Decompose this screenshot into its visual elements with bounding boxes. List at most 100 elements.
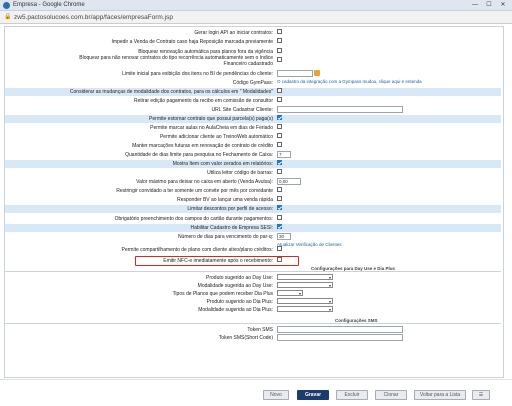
dayuse-select[interactable]: [277, 290, 303, 296]
field-control: [277, 160, 282, 166]
field-control: O cadastro da integração com a Gympass m…: [274, 79, 422, 85]
field-checkbox[interactable]: [277, 115, 282, 121]
field-label-text-2: Financeiro cadastrado: [223, 60, 273, 67]
dayuse-select[interactable]: [277, 306, 333, 312]
field-label-text: Mostra Item com valor zerados em relatór…: [172, 160, 273, 167]
sms-row: Token SMS(Short Code): [5, 334, 501, 342]
field-label: Limitar descontos por perfil de acesso:: [187, 206, 273, 213]
field-checkbox[interactable]: [277, 88, 282, 94]
field-control: [277, 196, 282, 202]
field-label: Restringir convidado a ter somente um co…: [116, 188, 273, 195]
voltar-lista-button[interactable]: Voltar para a Lista: [414, 390, 466, 400]
field-label: Impedir a Venda de Contrato caso haja Re…: [112, 39, 273, 46]
field-control: [277, 274, 333, 280]
field-checkbox[interactable]: [277, 224, 282, 230]
form-row: Bloquear para não renovar contratos do t…: [5, 55, 501, 67]
dayuse-select[interactable]: [277, 298, 333, 304]
form-row: Retirar edição pagamento da recibo em co…: [5, 97, 501, 105]
field-label-text: Limite inicial para exibição dos itens n…: [122, 70, 273, 77]
field-checkbox[interactable]: [277, 215, 282, 221]
sms-row: Token SMS: [5, 326, 501, 334]
field-checkbox[interactable]: [277, 196, 282, 202]
window-titlebar: Empresa - Google Chrome — ☐ ✕: [0, 0, 512, 11]
maximize-icon[interactable]: ☐: [482, 1, 496, 10]
section-title: Configurações SMS: [335, 318, 378, 323]
field-label: Valor máximo para deixar no caixa em abe…: [136, 179, 273, 186]
form-row: Permite estornar contrato que possui par…: [5, 115, 501, 123]
dayuse-row: Modalidade sugerida ao Day Use:: [5, 282, 501, 290]
calendar-icon[interactable]: [314, 70, 320, 77]
clonar-button[interactable]: Clonar: [375, 390, 407, 400]
field-control: [277, 282, 333, 288]
field-label-text: Limitar descontos por perfil de acesso:: [187, 205, 273, 212]
field-control: 30: [277, 233, 291, 240]
field-label: Modalidade sugerida ao Dia Plus:: [198, 306, 273, 313]
field-label-text: URL Site Cadastrar Cliente:: [211, 106, 273, 113]
field-control: [277, 215, 282, 221]
field-checkbox[interactable]: [277, 57, 282, 63]
close-icon[interactable]: ✕: [496, 1, 510, 10]
field-control: 0,00: [277, 178, 301, 185]
minimize-icon[interactable]: —: [468, 1, 482, 10]
field-label-text: Quantidade de dias limite para pesquisa …: [125, 151, 273, 158]
dayuse-select[interactable]: [277, 274, 333, 280]
form-row: URL Site Cadastrar Cliente:: [5, 106, 501, 114]
field-label-text: Utiliza leitor código de barras:: [207, 169, 273, 176]
field-checkbox[interactable]: [277, 38, 282, 44]
number-input[interactable]: 7: [277, 151, 291, 158]
field-label: Código GymPass:: [233, 80, 273, 87]
address-bar[interactable]: 🔒 zw5.pactosolucoes.com.br/app/faces/emp…: [0, 11, 512, 24]
field-label-text: Restringir convidado a ter somente um co…: [116, 187, 273, 194]
sms-token-input[interactable]: [277, 334, 403, 341]
text-input[interactable]: [277, 106, 403, 113]
dayuse-select[interactable]: [277, 282, 333, 288]
field-checkbox[interactable]: [277, 169, 282, 175]
form-row: Considerar as mudanças de modalidade dos…: [5, 88, 501, 96]
field-checkbox[interactable]: [277, 97, 282, 103]
form-row: Mostra Item com valor zerados em relatór…: [5, 160, 501, 168]
field-control: [277, 290, 303, 296]
field-label-text: Manter marcações futuras em renovação de…: [132, 142, 273, 149]
number-input[interactable]: 30: [277, 233, 291, 240]
date-input[interactable]: [277, 70, 313, 77]
text-input[interactable]: 0,00: [277, 178, 301, 185]
field-label: Manter marcações futuras em renovação de…: [132, 143, 273, 150]
field-label: Limite inicial para exibição dos itens n…: [122, 71, 273, 78]
field-label: Permite marcar aulas no AulaCheia em dia…: [150, 125, 273, 132]
sms-token-input[interactable]: [277, 326, 403, 333]
field-control: [277, 326, 403, 333]
field-checkbox[interactable]: [277, 29, 282, 35]
field-checkbox[interactable]: [277, 187, 282, 193]
dayuse-row: Modalidade sugerida ao Dia Plus:: [5, 306, 501, 314]
field-label: Número de dias para vencimento do par-q:: [178, 234, 273, 241]
field-label: Permite compartilhamento de plano com cl…: [122, 247, 273, 254]
field-label: Token SMS: [247, 326, 273, 333]
field-checkbox[interactable]: [277, 246, 282, 252]
field-checkbox[interactable]: [277, 205, 282, 211]
list-icon[interactable]: ☰: [472, 390, 490, 400]
gympass-note-link[interactable]: O cadastro da integração com a Gympass m…: [277, 79, 422, 84]
field-label-text: Retirar edição pagamento da recibo em co…: [134, 97, 273, 104]
field-control: [277, 97, 282, 103]
excluir-button[interactable]: Excluir: [336, 390, 368, 400]
field-control: [277, 106, 403, 113]
url-text: zw5.pactosolucoes.com.br/app/faces/empre…: [14, 14, 173, 21]
novo-button[interactable]: Novo: [263, 390, 289, 400]
field-checkbox[interactable]: [277, 48, 282, 54]
field-checkbox[interactable]: [277, 133, 282, 139]
field-label: Responder BV ao lançar uma venda rápida: [177, 197, 273, 204]
field-label: Produto sugerido ao Day Use:: [206, 274, 273, 281]
field-control: [277, 334, 403, 341]
window-title: Empresa - Google Chrome: [13, 2, 85, 8]
dayuse-row: Produto sugerido ao Dia Plus:: [5, 298, 501, 306]
form-row: Código GymPass: O cadastro da integração …: [5, 79, 501, 87]
field-checkbox[interactable]: [277, 160, 282, 166]
field-checkbox[interactable]: [277, 142, 282, 148]
form-row: Permite marcar aulas no AulaCheia em dia…: [5, 124, 501, 132]
field-label: Considerar as mudanças de modalidade dos…: [70, 89, 273, 96]
form-row: Limitar descontos por perfil de acesso:: [5, 205, 501, 213]
field-control: [277, 298, 333, 304]
gravar-button[interactable]: Gravar: [297, 390, 329, 400]
field-label: Permite estornar contrato que possui par…: [149, 116, 273, 123]
field-checkbox[interactable]: [277, 124, 282, 130]
